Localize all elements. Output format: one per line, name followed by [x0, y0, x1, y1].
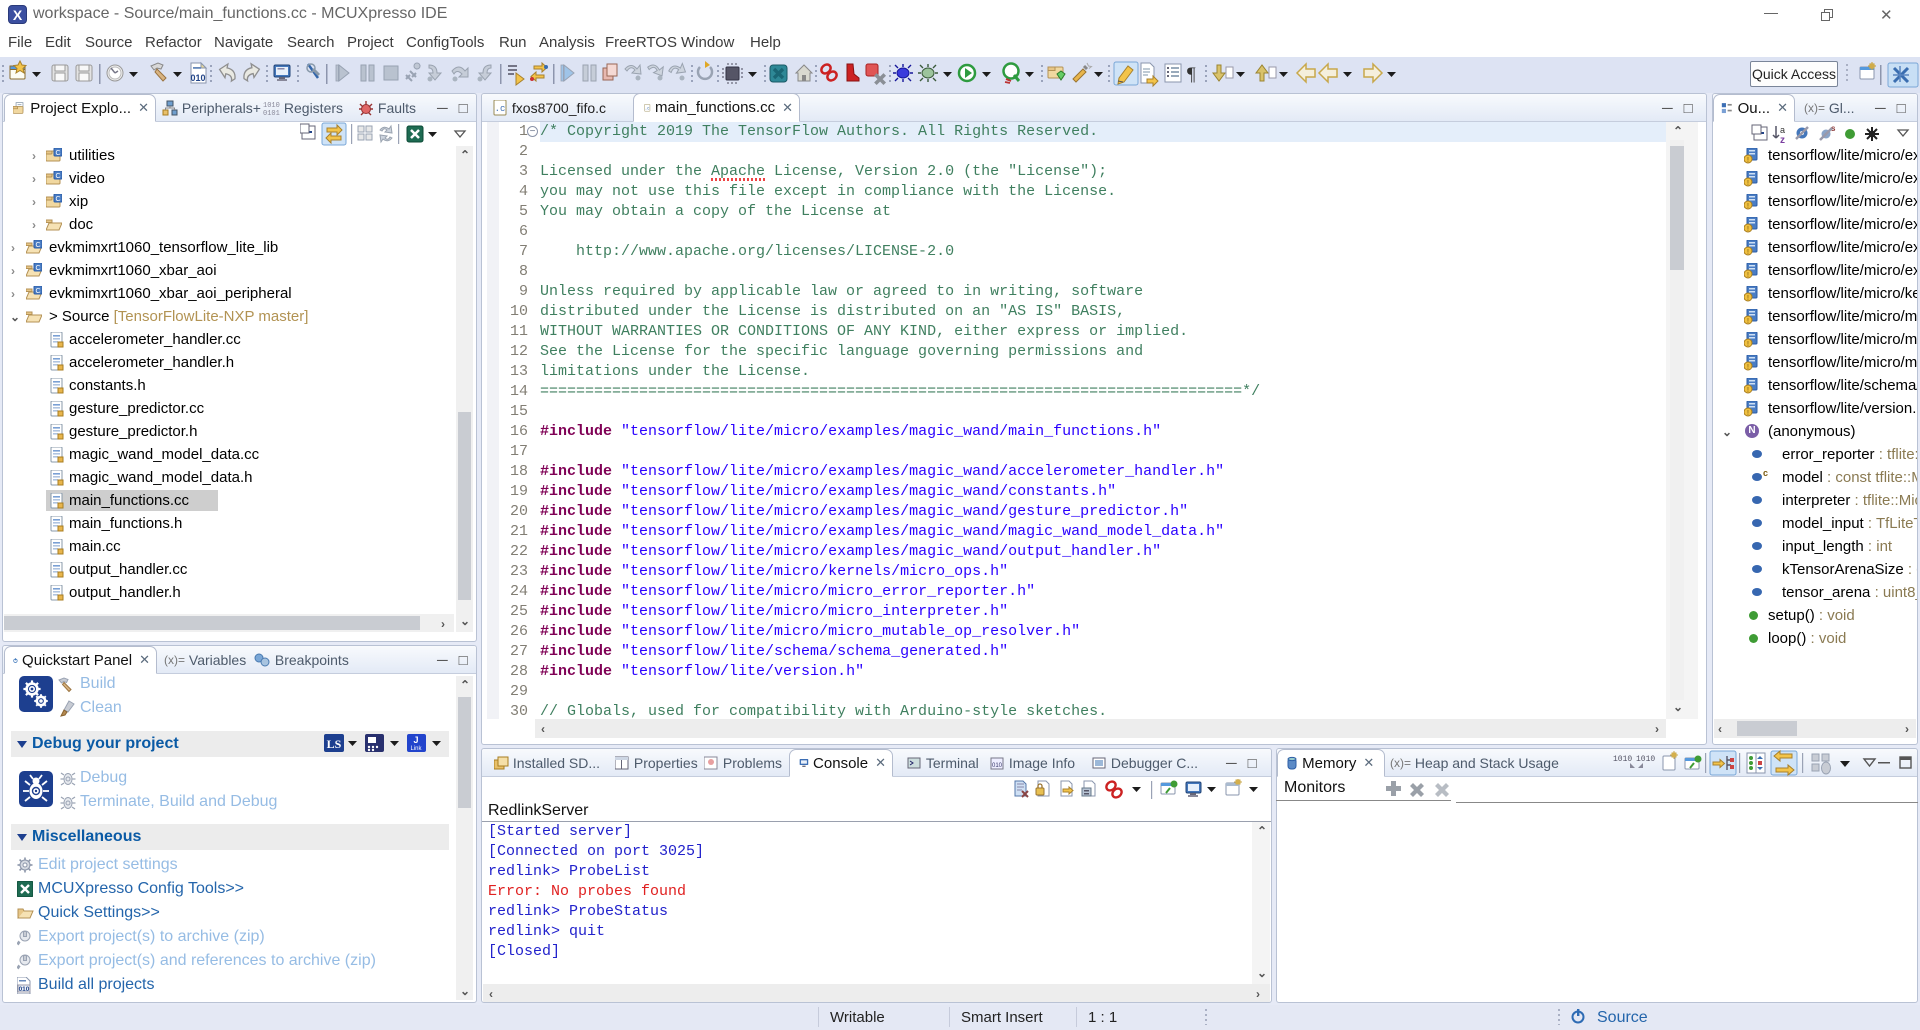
svg-text:C: C [35, 242, 40, 249]
svg-text:1010: 1010 [1613, 755, 1632, 764]
svg-text:!: ! [1747, 318, 1749, 325]
svg-text:010: 010 [19, 986, 30, 993]
svg-text:a: a [1780, 125, 1785, 135]
svg-text:C: C [35, 288, 40, 295]
svg-text:!: ! [1747, 180, 1749, 187]
svg-text:010: 010 [992, 763, 1003, 769]
svg-text:C: C [55, 173, 60, 180]
svg-text:.c: .c [645, 107, 650, 111]
svg-text:1010: 1010 [1636, 755, 1655, 764]
svg-text:C: C [55, 196, 60, 203]
svg-text:C: C [55, 150, 60, 157]
svg-text:LS: LS [327, 737, 342, 751]
svg-text:J: J [413, 735, 418, 745]
svg-text:Link: Link [410, 746, 422, 752]
svg-text:!: ! [1747, 410, 1749, 417]
svg-text:.c: .c [495, 104, 506, 114]
svg-text:!: ! [1747, 341, 1749, 348]
svg-text:!: ! [1747, 203, 1749, 210]
svg-text:!: ! [1747, 157, 1749, 164]
svg-text:!: ! [1747, 364, 1749, 371]
svg-text:!: ! [1747, 249, 1749, 256]
svg-text:¶: ¶ [1187, 64, 1196, 85]
svg-text:!: ! [1747, 295, 1749, 302]
svg-text:010: 010 [190, 73, 205, 83]
svg-text:1010: 1010 [263, 102, 280, 110]
svg-text:!: ! [1747, 226, 1749, 233]
svg-text:0101: 0101 [263, 110, 280, 116]
svg-text:C: C [35, 265, 40, 272]
svg-text:!: ! [1747, 272, 1749, 279]
svg-text:!: ! [1747, 387, 1749, 394]
